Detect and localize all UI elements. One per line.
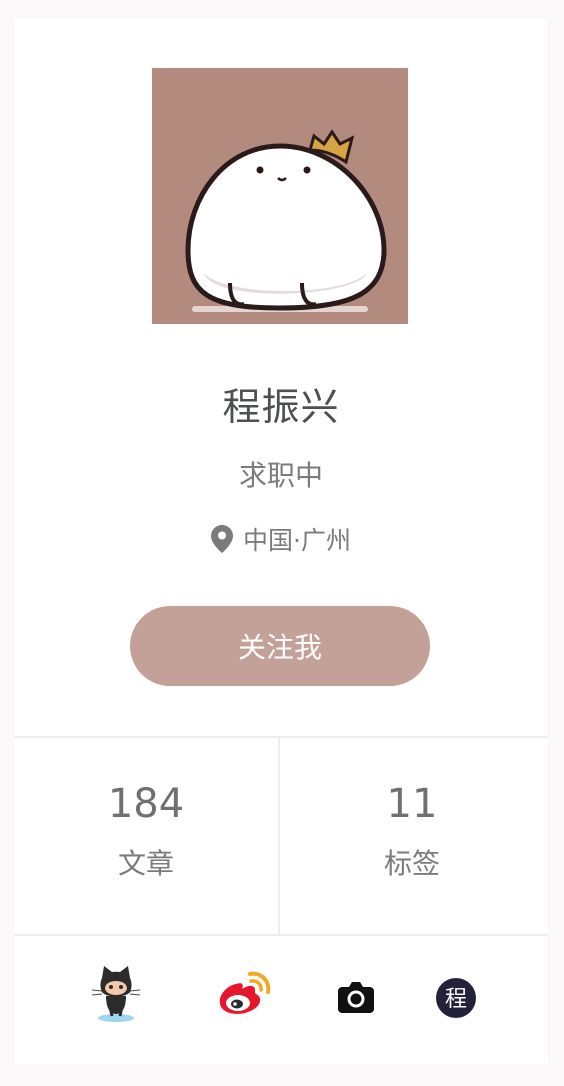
profile-card: 程振兴 求职中 中国·广州 关注我 184 文章 11 标签 程: [14, 18, 548, 1064]
follow-button[interactable]: 关注我: [130, 606, 430, 686]
location-pin-icon: [211, 525, 234, 553]
cheng-badge-glyph: 程: [445, 987, 467, 1012]
stat-tags-label: 标签: [383, 847, 440, 880]
stat-tags[interactable]: 11 标签: [280, 738, 544, 934]
avatar[interactable]: [152, 68, 408, 324]
social-links: 程: [14, 936, 548, 1064]
github-link[interactable]: [90, 964, 142, 1024]
stat-articles-label: 文章: [117, 847, 174, 880]
stat-articles-count: 184: [107, 781, 185, 827]
stat-tags-count: 11: [386, 781, 438, 827]
profile-status: 求职中: [238, 459, 323, 492]
weibo-icon: [219, 971, 271, 1014]
profile-name: 程振兴: [222, 385, 340, 429]
photo-link[interactable]: [338, 980, 374, 1014]
camera-icon: [338, 982, 374, 1013]
profile-location: 中国·广州: [14, 521, 548, 557]
cheng-badge-icon: 程: [436, 978, 476, 1018]
weibo-link[interactable]: [216, 970, 272, 1018]
github-octocat-icon: [91, 966, 141, 1022]
blog-link[interactable]: 程: [436, 978, 476, 1018]
stat-articles[interactable]: 184 文章: [14, 738, 278, 934]
location-text: 中国·广州: [243, 526, 351, 555]
